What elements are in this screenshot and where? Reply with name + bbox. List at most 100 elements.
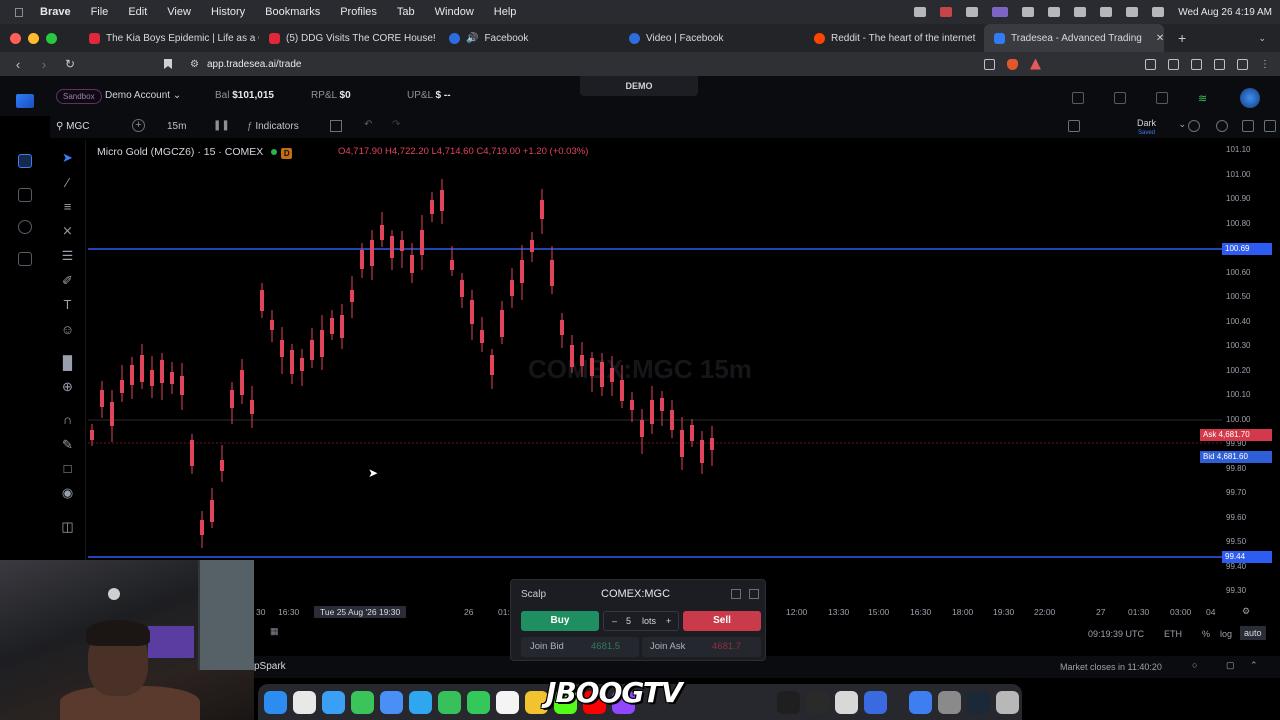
- mail-icon[interactable]: [380, 690, 403, 714]
- back-icon[interactable]: ‹: [10, 57, 26, 72]
- search-icon[interactable]: [1126, 7, 1139, 17]
- layout-grid-icon[interactable]: [330, 120, 342, 132]
- quantity-value[interactable]: 5: [626, 616, 631, 626]
- brave-rewards-icon[interactable]: [1030, 58, 1041, 70]
- trash-icon[interactable]: ◫: [60, 520, 75, 534]
- screen-cast-icon[interactable]: [984, 58, 995, 70]
- wallet-icon[interactable]: [1214, 58, 1225, 70]
- finder-icon[interactable]: [264, 690, 287, 714]
- zoom-icon[interactable]: ⊕: [60, 380, 75, 394]
- visibility-icon[interactable]: [1216, 120, 1228, 132]
- play-icon[interactable]: [1048, 7, 1061, 17]
- magnet-icon[interactable]: ∩: [60, 413, 75, 427]
- minimize-window-icon[interactable]: [28, 32, 39, 44]
- tab-tradesea[interactable]: Tradesea - Advanced Trading ✕: [984, 24, 1164, 52]
- horizontal-lines-icon[interactable]: ≡: [60, 200, 75, 214]
- calendar-icon[interactable]: ▦: [270, 626, 279, 637]
- launchpad-icon[interactable]: [293, 690, 316, 714]
- collapse-panel-icon[interactable]: ⌃: [1250, 660, 1258, 671]
- expand-icon[interactable]: [1264, 120, 1276, 132]
- redo-icon[interactable]: ↷: [392, 119, 400, 130]
- tab-kia-boys[interactable]: The Kia Boys Epidemic | Life as a C: [79, 24, 259, 52]
- brush-icon[interactable]: ✐: [60, 274, 75, 288]
- cursor-icon[interactable]: ➤: [60, 151, 75, 165]
- expand-panel-icon[interactable]: ▢: [1226, 660, 1235, 671]
- app-store-icon[interactable]: [409, 690, 432, 714]
- symbol-search[interactable]: ⚲ MGC: [56, 121, 89, 132]
- target-nav-icon[interactable]: [18, 220, 32, 234]
- increase-qty-icon[interactable]: +: [666, 616, 671, 626]
- menu-profiles[interactable]: Profiles: [340, 6, 377, 18]
- pen-nav-icon[interactable]: [18, 188, 32, 202]
- price-axis[interactable]: 101.10101.00100.90100.80100.70100.60100.…: [1200, 140, 1272, 606]
- menu-edit[interactable]: Edit: [128, 6, 147, 18]
- trendline-icon[interactable]: ∕: [60, 176, 75, 190]
- lock-icon[interactable]: □: [60, 462, 75, 476]
- apple-menu-icon[interactable]: : [14, 5, 30, 20]
- extensions-icon[interactable]: [1191, 58, 1202, 70]
- calendar-icon[interactable]: [496, 690, 519, 714]
- vpn-icon[interactable]: [1237, 58, 1248, 70]
- wifi-icon[interactable]: [1074, 7, 1087, 17]
- layout-icon[interactable]: [1072, 92, 1084, 104]
- menu-help[interactable]: Help: [494, 6, 517, 18]
- menu-bookmarks[interactable]: Bookmarks: [265, 6, 320, 18]
- sidebar-icon[interactable]: [1168, 58, 1179, 70]
- tab-list-chevron-icon[interactable]: ⌄: [1258, 33, 1266, 44]
- chart-nav-icon[interactable]: [18, 154, 32, 168]
- undo-icon[interactable]: ↶: [364, 119, 372, 130]
- steam-icon[interactable]: [967, 690, 990, 714]
- tab-video-facebook[interactable]: Video | Facebook: [619, 24, 804, 52]
- settings-sliders-icon[interactable]: [1114, 92, 1126, 104]
- safari-icon[interactable]: [322, 690, 345, 714]
- timeframe-selector[interactable]: 15m: [167, 121, 186, 132]
- eye-icon[interactable]: ◉: [60, 486, 75, 500]
- new-tab-icon[interactable]: +: [1178, 30, 1186, 46]
- session-toggle[interactable]: ETH: [1164, 629, 1182, 639]
- maximize-window-icon[interactable]: [46, 32, 57, 44]
- buy-button[interactable]: Buy: [521, 611, 599, 631]
- reload-icon[interactable]: ↻: [62, 57, 78, 71]
- media-icon[interactable]: [1145, 58, 1156, 70]
- account-selector[interactable]: Demo Account ⌄: [105, 90, 181, 101]
- status-icon[interactable]: [914, 7, 927, 17]
- join-ask-button[interactable]: Join Ask 4681.7: [642, 637, 761, 657]
- menu-view[interactable]: View: [167, 6, 191, 18]
- recording-icon[interactable]: [940, 7, 953, 17]
- expand-icon[interactable]: [731, 589, 741, 599]
- messages-icon[interactable]: [351, 690, 374, 714]
- auto-toggle[interactable]: auto: [1240, 626, 1266, 640]
- control-center-icon[interactable]: [1152, 7, 1165, 17]
- spark-tab[interactable]: pSpark: [254, 661, 286, 672]
- avatar[interactable]: [1240, 88, 1260, 108]
- brave-shield-icon[interactable]: [1007, 58, 1018, 70]
- emoji-icon[interactable]: ☺: [60, 323, 75, 337]
- screen-recorder-icon[interactable]: [864, 690, 887, 714]
- url-field[interactable]: app.tradesea.ai/trade: [207, 59, 302, 70]
- pencil-lock-icon[interactable]: ✎: [60, 438, 75, 452]
- help-icon[interactable]: [835, 690, 858, 714]
- ruler-icon[interactable]: █: [60, 356, 75, 370]
- settings-gear-icon[interactable]: ⚙: [1242, 606, 1250, 617]
- fib-icon[interactable]: ☰: [60, 249, 75, 263]
- chevron-down-icon[interactable]: ⌄: [1178, 119, 1186, 130]
- decrease-qty-icon[interactable]: –: [612, 616, 617, 626]
- battery-icon[interactable]: [1100, 7, 1113, 17]
- camera-icon[interactable]: [1242, 120, 1254, 132]
- pattern-icon[interactable]: ⨯: [60, 224, 75, 238]
- indicators-button[interactable]: ƒ Indicators: [247, 121, 299, 132]
- tradesea-logo[interactable]: [16, 94, 34, 108]
- percent-toggle[interactable]: %: [1202, 629, 1210, 639]
- siri-icon[interactable]: [1022, 7, 1035, 17]
- cloud-icon[interactable]: [966, 7, 979, 17]
- menu-window[interactable]: Window: [435, 6, 474, 18]
- browser-menu-icon[interactable]: ⋮: [1260, 59, 1270, 70]
- calculator-icon[interactable]: [938, 690, 961, 714]
- screen-share-icon[interactable]: [992, 7, 1009, 17]
- menu-file[interactable]: File: [91, 6, 109, 18]
- menu-history[interactable]: History: [211, 6, 245, 18]
- menu-tab[interactable]: Tab: [397, 6, 415, 18]
- settings-icon[interactable]: [1188, 120, 1200, 132]
- capcut-icon[interactable]: [777, 690, 800, 714]
- menubar-clock[interactable]: Wed Aug 26 4:19 AM: [1178, 7, 1272, 18]
